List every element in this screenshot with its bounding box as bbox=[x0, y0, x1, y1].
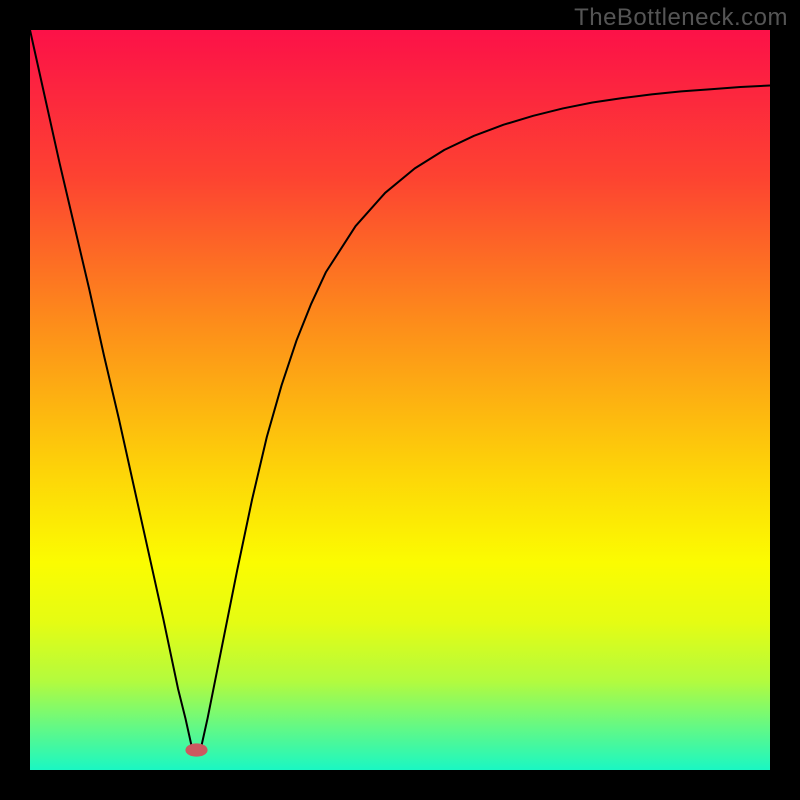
gradient-background bbox=[30, 30, 770, 770]
watermark-text: TheBottleneck.com bbox=[574, 4, 788, 32]
minimum-marker bbox=[185, 743, 207, 756]
chart-svg bbox=[30, 30, 770, 770]
chart-container: TheBottleneck.com bbox=[0, 0, 800, 800]
plot-area bbox=[30, 30, 770, 770]
